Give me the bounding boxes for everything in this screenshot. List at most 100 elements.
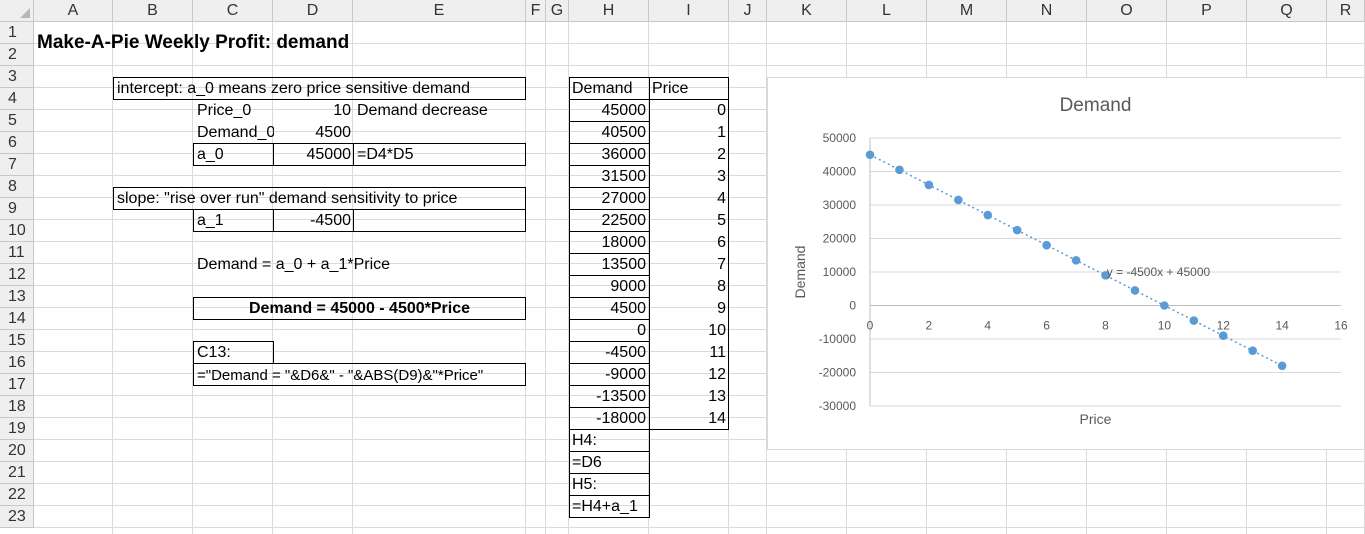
row-header-8[interactable]: 8 (0, 176, 34, 198)
table-cell-demand[interactable]: -4500 (569, 342, 649, 364)
column-header-b[interactable]: B (113, 0, 193, 22)
table-cell-price[interactable]: 1 (649, 122, 729, 144)
column-header-l[interactable]: L (847, 0, 927, 22)
row-header-18[interactable]: 18 (0, 396, 34, 418)
row-header-10[interactable]: 10 (0, 220, 34, 242)
a0-value[interactable]: 45000 (274, 144, 354, 166)
data-point (1160, 301, 1169, 310)
column-header-p[interactable]: P (1167, 0, 1247, 22)
table-note[interactable]: H4: (569, 430, 600, 452)
row-header-15[interactable]: 15 (0, 330, 34, 352)
column-header-o[interactable]: O (1087, 0, 1167, 22)
column-header-f[interactable]: F (526, 0, 546, 22)
table-cell-price[interactable]: 13 (649, 386, 729, 408)
column-header-d[interactable]: D (273, 0, 353, 22)
demand0-label[interactable]: Demand_0 (194, 122, 274, 144)
a0-label[interactable]: a_0 (194, 144, 227, 166)
row-header-16[interactable]: 16 (0, 352, 34, 374)
row-header-1[interactable]: 1 (0, 22, 34, 44)
table-cell-price[interactable]: 4 (649, 188, 729, 210)
sheet-title[interactable]: Make-A-Pie Weekly Profit: demand (34, 32, 352, 54)
table-cell-price[interactable]: 8 (649, 276, 729, 298)
c13-formula[interactable]: ="Demand = "&D6&" - "&ABS(D9)&"*Price" (194, 364, 486, 386)
table-cell-demand[interactable]: 9000 (569, 276, 649, 298)
column-header-r[interactable]: R (1327, 0, 1365, 22)
table-cell-demand[interactable]: 4500 (569, 298, 649, 320)
row-header-20[interactable]: 20 (0, 440, 34, 462)
table-cell-price[interactable]: 14 (649, 408, 729, 430)
table-cell-demand[interactable]: 13500 (569, 254, 649, 276)
row-header-3[interactable]: 3 (0, 66, 34, 88)
demand-equation[interactable]: Demand = a_0 + a_1*Price (194, 254, 393, 276)
row-header-12[interactable]: 12 (0, 264, 34, 286)
table-cell-demand[interactable]: 0 (569, 320, 649, 342)
column-header-k[interactable]: K (767, 0, 847, 22)
row-header-11[interactable]: 11 (0, 242, 34, 264)
row-header-22[interactable]: 22 (0, 484, 34, 506)
row-header-7[interactable]: 7 (0, 154, 34, 176)
row-header-6[interactable]: 6 (0, 132, 34, 154)
price0-label[interactable]: Price_0 (194, 100, 254, 122)
demand-chart[interactable]: Demand 50000 40000 30000 20000 10000 0 -10000 -2… (767, 77, 1365, 450)
a0-formula[interactable]: =D4*D5 (354, 144, 416, 166)
row-header-4[interactable]: 4 (0, 88, 34, 110)
data-point (1189, 316, 1199, 325)
table-cell-price[interactable]: 9 (649, 298, 729, 320)
row-header-17[interactable]: 17 (0, 374, 34, 396)
column-header-n[interactable]: N (1007, 0, 1087, 22)
row-header-5[interactable]: 5 (0, 110, 34, 132)
column-header-e[interactable]: E (353, 0, 526, 22)
table-cell-price[interactable]: 3 (649, 166, 729, 188)
table-cell-demand[interactable]: 36000 (569, 144, 649, 166)
table-header-price[interactable]: Price (649, 78, 691, 100)
demand0-value[interactable]: 4500 (274, 122, 354, 144)
table-cell-price[interactable]: 6 (649, 232, 729, 254)
table-cell-demand[interactable]: 45000 (569, 100, 649, 122)
row-header-21[interactable]: 21 (0, 462, 34, 484)
select-all-corner[interactable] (0, 0, 34, 22)
row-header-2[interactable]: 2 (0, 44, 34, 66)
row-header-23[interactable]: 23 (0, 506, 34, 528)
column-header-j[interactable]: J (729, 0, 767, 22)
row-gridline (34, 65, 1365, 66)
table-cell-price[interactable]: 0 (649, 100, 729, 122)
a1-value[interactable]: -4500 (274, 210, 354, 232)
table-cell-price[interactable]: 5 (649, 210, 729, 232)
table-header-demand[interactable]: Demand (569, 78, 635, 100)
column-header-q[interactable]: Q (1247, 0, 1327, 22)
table-cell-demand[interactable]: -18000 (569, 408, 649, 430)
table-note[interactable]: =D6 (569, 452, 605, 474)
demand-result[interactable]: Demand = 45000 - 4500*Price (194, 298, 525, 320)
table-cell-demand[interactable]: 31500 (569, 166, 649, 188)
demand-decrease-label[interactable]: Demand decrease (354, 100, 491, 122)
table-note[interactable]: H5: (569, 474, 600, 496)
column-header-i[interactable]: I (649, 0, 729, 22)
table-cell-price[interactable]: 2 (649, 144, 729, 166)
a1-label[interactable]: a_1 (194, 210, 227, 232)
table-cell-price[interactable]: 7 (649, 254, 729, 276)
table-cell-demand[interactable]: 18000 (569, 232, 649, 254)
table-cell-demand[interactable]: 40500 (569, 122, 649, 144)
table-cell-price[interactable]: 11 (649, 342, 729, 364)
c13-label[interactable]: C13: (194, 342, 234, 364)
column-header-m[interactable]: M (927, 0, 1007, 22)
table-note[interactable]: =H4+a_1 (569, 496, 641, 518)
column-header-h[interactable]: H (569, 0, 649, 22)
column-header-c[interactable]: C (193, 0, 273, 22)
row-header-13[interactable]: 13 (0, 286, 34, 308)
column-header-a[interactable]: A (34, 0, 113, 22)
table-cell-demand[interactable]: -13500 (569, 386, 649, 408)
price0-value[interactable]: 10 (274, 100, 354, 122)
slope-note[interactable]: slope: "rise over run" demand sensitivit… (114, 188, 460, 210)
data-point (1012, 225, 1022, 235)
table-cell-price[interactable]: 10 (649, 320, 729, 342)
table-cell-demand[interactable]: 22500 (569, 210, 649, 232)
row-header-19[interactable]: 19 (0, 418, 34, 440)
row-header-14[interactable]: 14 (0, 308, 34, 330)
column-header-g[interactable]: G (546, 0, 569, 22)
table-cell-demand[interactable]: 27000 (569, 188, 649, 210)
intercept-note[interactable]: intercept: a_0 means zero price sensitiv… (114, 78, 473, 100)
table-cell-demand[interactable]: -9000 (569, 364, 649, 386)
row-header-9[interactable]: 9 (0, 198, 34, 220)
table-cell-price[interactable]: 12 (649, 364, 729, 386)
